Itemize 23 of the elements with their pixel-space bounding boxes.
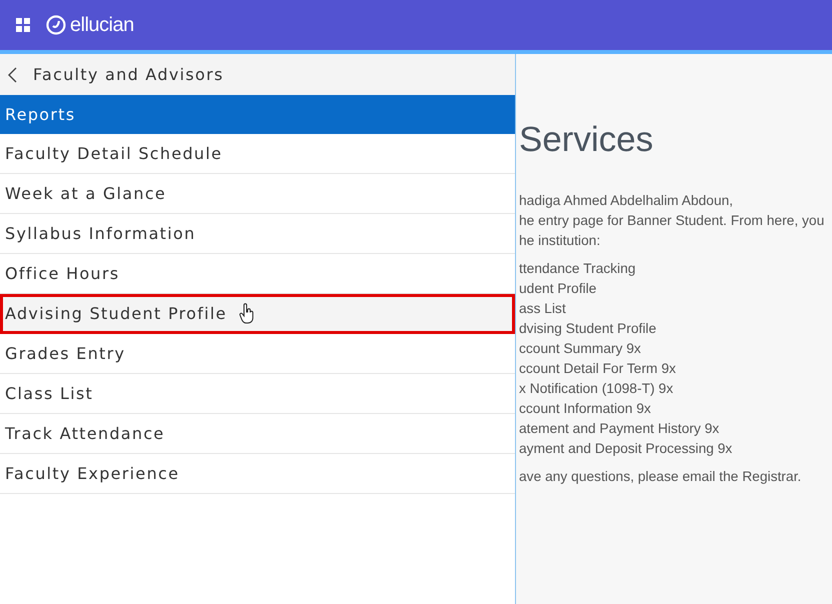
apps-grid-icon[interactable] xyxy=(16,18,30,32)
service-link[interactable]: ayment and Deposit Processing 9x xyxy=(519,441,732,456)
menu-title: Faculty and Advisors xyxy=(33,64,224,86)
intro-text: he institution: xyxy=(519,232,600,250)
service-link[interactable]: atement and Payment History 9x xyxy=(519,421,720,436)
page-heading: Services xyxy=(519,122,654,157)
back-chevron-icon[interactable] xyxy=(8,66,17,82)
section-header: Reports xyxy=(0,95,515,134)
service-link[interactable]: ccount Detail For Term 9x xyxy=(519,361,676,376)
logo-text: ellucian xyxy=(70,13,134,38)
logo-icon xyxy=(46,15,66,35)
contact-text: ave any questions, please email the Registrar. xyxy=(519,468,802,486)
hand-cursor-icon xyxy=(238,302,255,324)
service-link[interactable]: ccount Summary 9x xyxy=(519,341,641,356)
service-link[interactable]: ttendance Tracking xyxy=(519,261,636,276)
service-link[interactable]: ass List xyxy=(519,301,566,316)
service-link[interactable]: ccount Information 9x xyxy=(519,401,651,416)
service-link[interactable]: x Notification (1098-T) 9x xyxy=(519,381,674,396)
menu-item[interactable]: Advising Student Profile xyxy=(0,294,515,334)
service-link[interactable]: udent Profile xyxy=(519,281,596,296)
service-link[interactable]: dvising Student Profile xyxy=(519,321,656,336)
intro-text: he entry page for Banner Student. From here, you xyxy=(519,212,824,230)
intro-text: hadiga Ahmed Abdelhalim Abdoun, xyxy=(519,192,734,210)
